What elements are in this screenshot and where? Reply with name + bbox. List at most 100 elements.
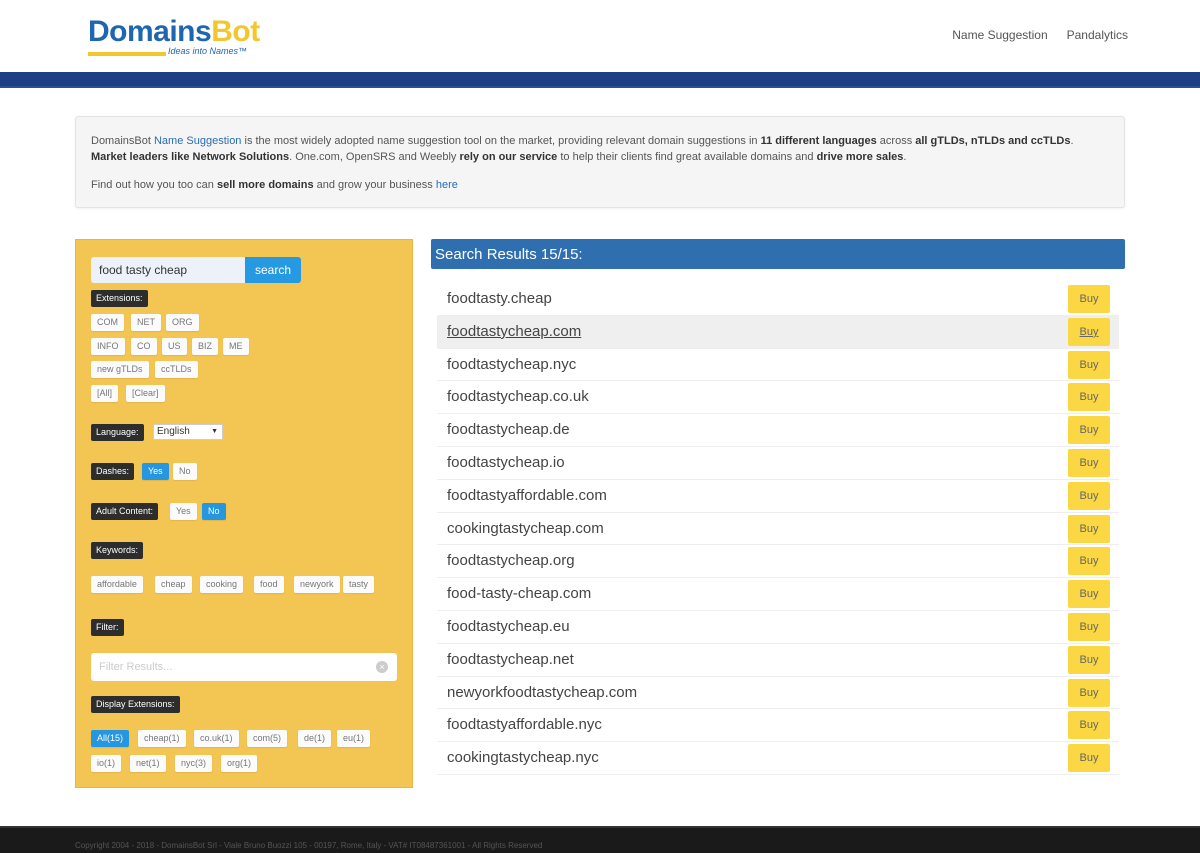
ext-chip-cctlds[interactable]: ccTLDs (155, 361, 198, 378)
filter-label: Filter: (91, 619, 124, 636)
result-domain-link[interactable]: foodtastycheap.nyc (447, 356, 576, 373)
display-ext-chip[interactable]: eu(1) (337, 730, 371, 747)
keywords-label: Keywords: (91, 542, 144, 559)
result-domain-link[interactable]: foodtasty.cheap (447, 290, 552, 307)
adult-yes-button[interactable]: Yes (170, 503, 197, 520)
dashes-yes-button[interactable]: Yes (142, 463, 169, 480)
site-header: DomainsBot Ideas into Names™ Name Sugges… (0, 0, 1200, 72)
ext-chip-info[interactable]: INFO (91, 338, 125, 355)
result-row: foodtastycheap.io Buy (437, 447, 1119, 480)
ext-chip-us[interactable]: US (162, 338, 187, 355)
header-band (0, 72, 1200, 88)
buy-button[interactable]: Buy (1068, 514, 1110, 543)
result-row: foodtasty.cheap Buy (437, 283, 1119, 316)
result-row: foodtastycheap.net Buy (437, 644, 1119, 677)
ext-chip-net[interactable]: NET (131, 314, 161, 331)
dashes-label: Dashes: (91, 463, 135, 480)
adult-no-button[interactable]: No (202, 503, 226, 520)
buy-button[interactable]: Buy (1068, 383, 1110, 412)
nav-name-suggestion[interactable]: Name Suggestion (952, 28, 1047, 42)
search-input[interactable] (91, 257, 245, 283)
ext-chip-new-gtlds[interactable]: new gTLDs (91, 361, 149, 378)
result-row: foodtastycheap.eu Buy (437, 611, 1119, 644)
search-results-header: Search Results 15/15: (431, 239, 1125, 269)
keyword-chip[interactable]: affordable (91, 576, 143, 593)
language-label: Language: (91, 424, 144, 441)
result-row: foodtastycheap.org Buy (437, 545, 1119, 579)
display-ext-chip[interactable]: nyc(3) (175, 755, 213, 772)
extensions-label: Extensions: (91, 290, 148, 307)
nav-pandalytics[interactable]: Pandalytics (1067, 28, 1128, 42)
display-ext-chip-all[interactable]: All(15) (91, 730, 130, 747)
result-domain-link[interactable]: foodtastyaffordable.nyc (447, 716, 602, 733)
search-options-panel: search Extensions: COM NET ORG INFO CO U… (75, 239, 413, 788)
ext-chip-clear[interactable]: [Clear] (126, 385, 165, 402)
buy-button[interactable]: Buy (1068, 350, 1110, 379)
results-list: foodtasty.cheap Buy foodtastycheap.com Buy f… (437, 283, 1119, 775)
keyword-chip[interactable]: tasty (343, 576, 375, 593)
buy-button[interactable]: Buy (1068, 678, 1110, 707)
display-ext-chip[interactable]: com(5) (247, 730, 288, 747)
keyword-chip[interactable]: newyork (294, 576, 340, 593)
display-ext-chip[interactable]: io(1) (91, 755, 122, 772)
buy-button[interactable]: Buy (1068, 744, 1110, 773)
ext-chip-org[interactable]: ORG (166, 314, 199, 331)
result-domain-link[interactable]: foodtastycheap.io (447, 454, 565, 471)
buy-button[interactable]: Buy (1068, 547, 1110, 576)
buy-button[interactable]: Buy (1068, 481, 1110, 510)
result-domain-link[interactable]: cookingtastycheap.com (447, 520, 604, 537)
buy-button[interactable]: Buy (1068, 612, 1110, 641)
buy-button[interactable]: Buy (1068, 317, 1110, 346)
result-row: cookingtastycheap.com Buy (437, 513, 1119, 546)
display-ext-chip[interactable]: de(1) (298, 730, 332, 747)
result-row: foodtastyaffordable.nyc Buy (437, 709, 1119, 743)
display-ext-chip[interactable]: net(1) (130, 755, 166, 772)
name-suggestion-link[interactable]: Name Suggestion (154, 135, 241, 147)
result-domain-link[interactable]: foodtastycheap.co.uk (447, 388, 589, 405)
domainsbot-logo[interactable]: DomainsBot Ideas into Names™ (88, 14, 260, 60)
ext-chip-com[interactable]: COM (91, 314, 124, 331)
result-domain-link[interactable]: newyorkfoodtastycheap.com (447, 684, 637, 701)
info-box: DomainsBot Name Suggestion is the most w… (75, 116, 1125, 208)
buy-button[interactable]: Buy (1068, 285, 1110, 313)
logo-underline (88, 52, 166, 56)
keyword-chip[interactable]: food (254, 576, 284, 593)
top-nav: Name Suggestion Pandalytics (952, 28, 1128, 42)
result-row: foodtastycheap.com Buy (437, 315, 1119, 349)
ext-chip-me[interactable]: ME (223, 338, 249, 355)
result-domain-link[interactable]: cookingtastycheap.nyc (447, 749, 599, 766)
keyword-chip[interactable]: cheap (155, 576, 192, 593)
display-ext-chip[interactable]: co.uk(1) (194, 730, 239, 747)
display-extensions-label: Display Extensions: (91, 696, 180, 713)
result-domain-link[interactable]: foodtastycheap.com (447, 323, 581, 340)
display-ext-chip[interactable]: org(1) (221, 755, 258, 772)
result-domain-link[interactable]: foodtastycheap.net (447, 651, 574, 668)
clear-filter-icon[interactable]: × (376, 661, 388, 673)
result-domain-link[interactable]: foodtastycheap.eu (447, 618, 570, 635)
search-button[interactable]: search (245, 257, 301, 283)
buy-button[interactable]: Buy (1068, 580, 1110, 609)
ext-chip-biz[interactable]: BIZ (192, 338, 219, 355)
result-domain-link[interactable]: foodtastycheap.org (447, 552, 575, 569)
adult-content-label: Adult Content: (91, 503, 159, 520)
result-domain-link[interactable]: foodtastyaffordable.com (447, 487, 607, 504)
filter-results-input[interactable]: Filter Results... (91, 653, 397, 681)
display-ext-chip[interactable]: cheap(1) (138, 730, 186, 747)
site-footer: Copyright 2004 - 2018 - DomainsBot Srl -… (0, 826, 1200, 853)
buy-button[interactable]: Buy (1068, 711, 1110, 740)
result-row: foodtastyaffordable.com Buy (437, 480, 1119, 513)
keyword-chip[interactable]: cooking (200, 576, 244, 593)
buy-button[interactable]: Buy (1068, 645, 1110, 674)
here-link[interactable]: here (436, 179, 458, 191)
dashes-no-button[interactable]: No (173, 463, 197, 480)
result-row: newyorkfoodtastycheap.com Buy (437, 677, 1119, 710)
logo-tagline: Ideas into Names™ (168, 46, 248, 56)
ext-chip-co[interactable]: CO (131, 338, 157, 355)
buy-button[interactable]: Buy (1068, 416, 1110, 445)
language-select[interactable]: English ▼ (153, 424, 223, 440)
caret-down-icon: ▼ (211, 428, 218, 435)
result-domain-link[interactable]: foodtastycheap.de (447, 421, 570, 438)
ext-chip-all[interactable]: [All] (91, 385, 119, 402)
buy-button[interactable]: Buy (1068, 448, 1110, 477)
result-domain-link[interactable]: food-tasty-cheap.com (447, 585, 591, 602)
